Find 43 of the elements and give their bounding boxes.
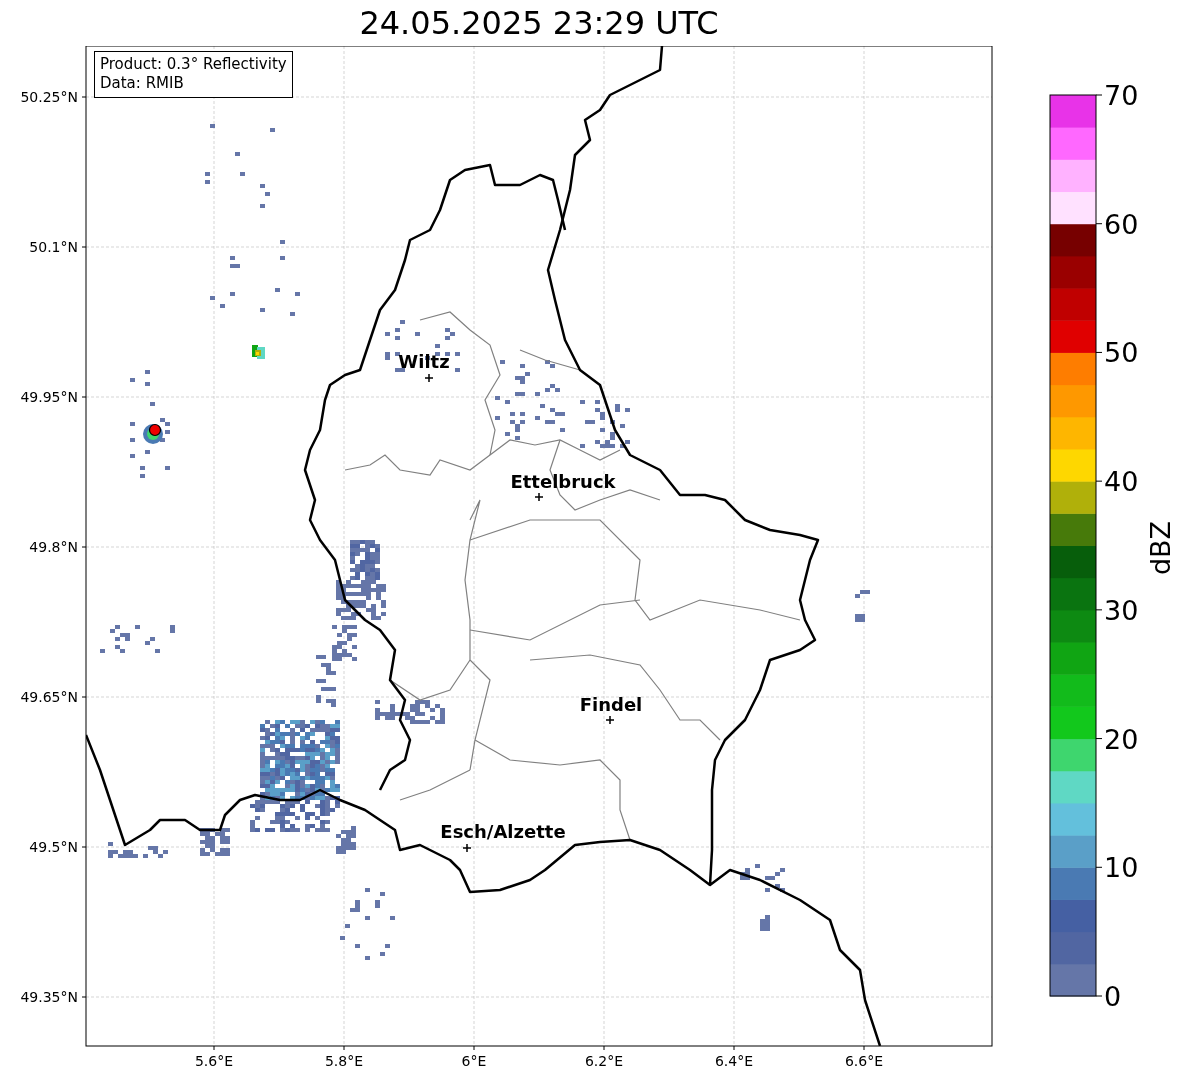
city-label: Ettelbruck [510,471,616,492]
chart-title: 24.05.2025 23:29 UTC [358,7,720,39]
city-marker-icon [534,492,544,502]
colorbar-tick-label: 40 [1104,466,1139,498]
radar-echo [108,842,168,858]
tick-label: 49.35°N [20,989,78,1005]
radar-site-marker [148,423,162,437]
city-marker-icon [605,715,615,725]
colorbar-tick-label: 20 [1104,723,1139,755]
colorbar-tick-label: 70 [1104,80,1139,111]
tick-label: 6.4°E [714,1053,754,1069]
tick-label: 6.2°E [584,1053,624,1069]
tick-label: 49.65°N [20,689,78,705]
radar-echo [340,888,395,960]
city-label: Findel [579,694,643,715]
tick-label: 49.95°N [20,389,78,405]
tick-label: 5.8°E [324,1053,364,1069]
city-marker-icon [424,373,434,383]
info-text: Product: 0.3° Reflectivity [100,55,287,74]
colorbar-tick-label: 60 [1104,208,1139,240]
city-label: Wiltz [398,351,450,372]
city-marker-icon [462,843,472,853]
tick-label: 50.25°N [20,89,78,105]
tick-label: 5.6°E [194,1053,234,1069]
colorbar-label: dBZ [1145,520,1176,576]
radar-echo [375,700,445,724]
city-label: Esch/Alzette [440,821,566,842]
colorbar-tick-label: 0 [1104,981,1122,1012]
radar-echo [252,345,265,359]
radar-echo [760,915,770,931]
tick-label: 6°E [461,1053,487,1069]
colorbar-tick-label: 50 [1104,337,1139,369]
info-text: Data: RMIB [100,74,185,93]
tick-label: 6.6°E [844,1053,884,1069]
colorbar-tick-label: 10 [1104,852,1139,884]
radar-echo [200,828,230,856]
tick-label: 50.1°N [29,239,78,255]
colorbar-tick-label: 30 [1104,594,1139,626]
radar-echo [855,590,870,622]
radar-echo [740,864,785,892]
tick-label: 49.8°N [29,539,78,555]
radar-echo [580,400,630,448]
tick-label: 49.5°N [29,839,78,855]
